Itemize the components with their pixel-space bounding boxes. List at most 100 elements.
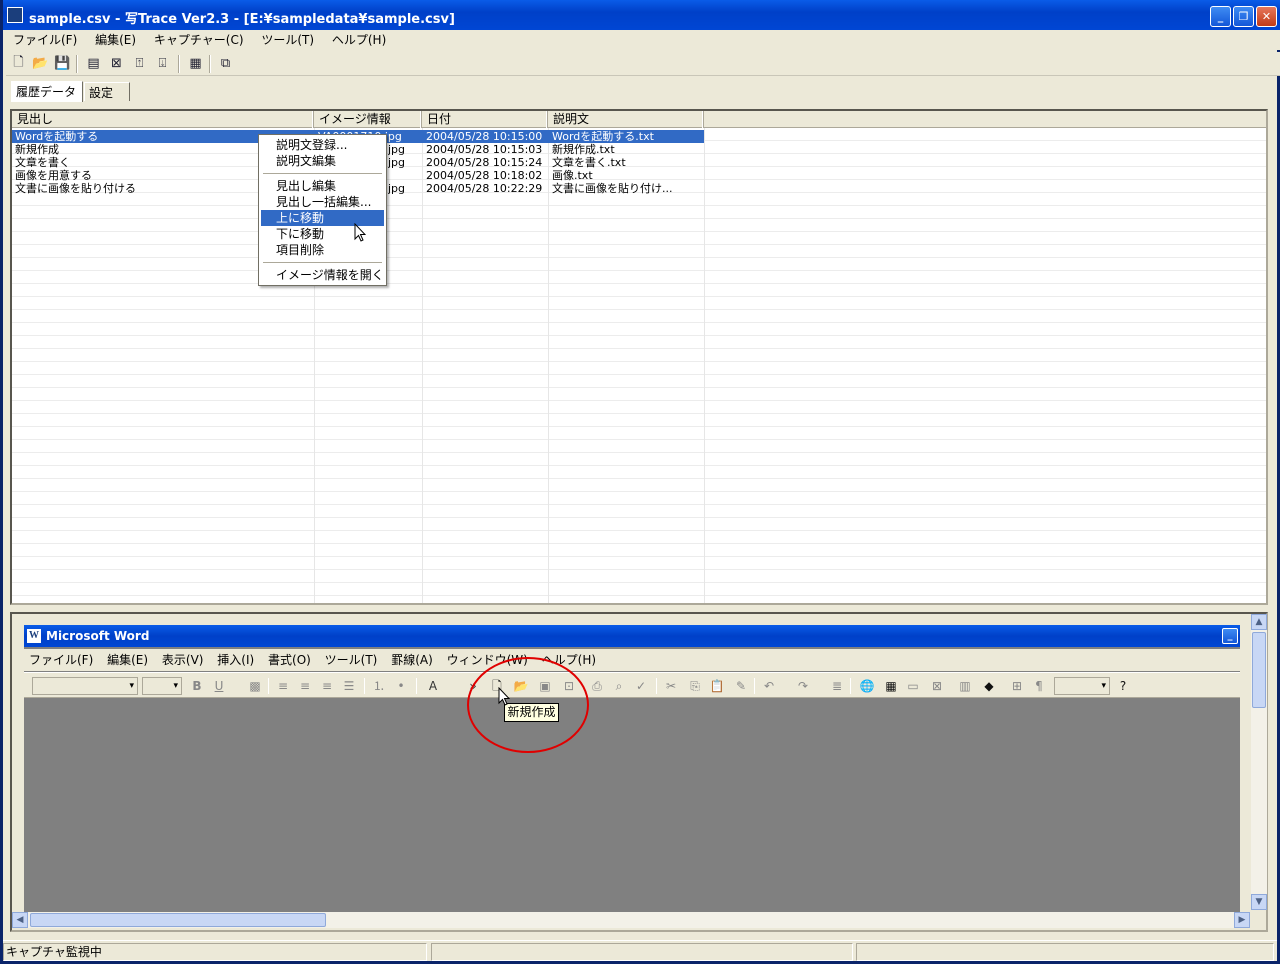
menu-tools[interactable]: ツール(T) — [254, 30, 321, 50]
scroll-thumb[interactable] — [30, 913, 326, 927]
context-menu: 説明文登録... 説明文編集 見出し編集 見出し一括編集... 上に移動 下に移… — [258, 134, 387, 286]
menu-file[interactable]: ファイル(F) — [6, 30, 84, 50]
align-center-icon: ≡ — [299, 679, 311, 693]
menu-item-register-description[interactable]: 説明文登録... — [261, 137, 384, 153]
column-header-title[interactable]: 見出し — [12, 111, 314, 128]
minimize-button[interactable]: _ — [1210, 6, 1231, 27]
window-title: sample.csv - 写Trace Ver2.3 - [E:¥sampled… — [29, 12, 455, 27]
preview-window-icon[interactable]: ▦ — [187, 55, 204, 72]
history-list[interactable]: 見出し イメージ情報 日付 説明文 Wordを起動する VA0001710.jp… — [10, 109, 1268, 605]
scroll-up-icon[interactable]: ▲ — [1251, 614, 1267, 630]
menu-separator — [263, 173, 382, 174]
toolbar-separator — [364, 678, 365, 694]
close-button[interactable]: ✕ — [1256, 6, 1277, 27]
toolbar-separator — [850, 678, 851, 694]
scroll-down-icon[interactable]: ▼ — [1251, 894, 1267, 910]
bullet-list-icon: • — [397, 679, 405, 693]
menu-capture[interactable]: キャプチャー(C) — [147, 30, 251, 50]
toolbar-separator — [268, 678, 269, 694]
scroll-left-icon[interactable]: ◀ — [12, 912, 28, 928]
delete-capture-icon[interactable]: ⊠ — [108, 55, 125, 72]
word-title-bar: W Microsoft Word _ — [24, 625, 1240, 647]
menu-item-open-image-info[interactable]: イメージ情報を開く — [261, 267, 384, 283]
cut-icon: ✂ — [665, 679, 677, 693]
cell-image: jpg — [388, 143, 406, 156]
document-map-icon: ⊞ — [1011, 679, 1023, 693]
zoom-combo: ▾ — [1054, 677, 1110, 695]
menu-item-edit-description[interactable]: 説明文編集 — [261, 153, 384, 169]
column-divider — [704, 128, 705, 603]
column-header-image[interactable]: イメージ情報 — [314, 111, 422, 128]
cell-date: 2004/05/28 10:22:29 — [426, 182, 543, 195]
column-divider — [422, 128, 423, 603]
column-header-date[interactable]: 日付 — [422, 111, 548, 128]
cell-date: 2004/05/28 10:18:02 — [426, 169, 543, 182]
mouse-pointer-icon — [498, 687, 510, 706]
print-preview-icon: ⌕ — [615, 679, 623, 693]
print-icon: ⎙ — [592, 679, 602, 693]
status-text: キャプチャ監視中 — [3, 943, 427, 961]
cascade-window-icon[interactable]: ⧉ — [217, 55, 234, 72]
cell-image: jpg — [388, 182, 406, 195]
cell-image: jpg — [388, 156, 406, 169]
move-down-icon[interactable]: ⍗ — [154, 55, 171, 72]
new-file-icon[interactable]: 🗋 — [10, 55, 27, 72]
captured-word-window: W Microsoft Word _ ファイル(F) 編集(E) 表示(V) 挿… — [24, 625, 1240, 925]
word-title: Microsoft Word — [46, 629, 150, 643]
cell-description: 画像.txt — [552, 169, 593, 182]
main-toolbar: 🗋 📂 💾 ▤ ⊠ ⍐ ⍗ ▦ ⧉ — [6, 52, 1280, 76]
column-header-description[interactable]: 説明文 — [548, 111, 704, 128]
toolbar-separator — [178, 55, 180, 73]
tab-settings[interactable]: 設定 — [84, 82, 130, 101]
toolbar-separator — [416, 678, 417, 694]
style-combo: ▾ — [32, 677, 138, 695]
insert-excel-icon: ⊠ — [931, 679, 943, 693]
scroll-thumb[interactable] — [1252, 632, 1266, 708]
menu-item-edit-title[interactable]: 見出し編集 — [261, 178, 384, 194]
word-menu-format: 書式(O) — [268, 653, 311, 667]
list-header: 見出し イメージ情報 日付 説明文 — [12, 111, 1266, 128]
menu-separator — [263, 262, 382, 263]
mouse-pointer-icon — [354, 223, 366, 242]
word-menu-tools: ツール(T) — [324, 653, 378, 667]
preview-horizontal-scrollbar[interactable]: ◀ ▶ — [12, 912, 1250, 928]
window-capture-icon[interactable]: ▤ — [85, 55, 102, 72]
font-size-combo: ▾ — [142, 677, 182, 695]
word-minimize-icon: _ — [1222, 628, 1238, 644]
underline-icon: U — [214, 679, 224, 693]
numbered-list-icon: ⒈ — [372, 679, 385, 693]
columns-icon: ▥ — [959, 679, 971, 693]
menu-bar: ファイル(F) 編集(E) キャプチャー(C) ツール(T) ヘルプ(H) — [6, 30, 1280, 50]
save-icon[interactable]: 💾 — [54, 55, 71, 72]
spelling-icon: ✓ — [635, 679, 647, 693]
undo-icon: ↶ — [763, 679, 775, 693]
format-painter-icon: ✎ — [735, 679, 747, 693]
title-bar[interactable]: sample.csv - 写Trace Ver2.3 - [E:¥sampled… — [3, 0, 1280, 30]
list-grid — [12, 128, 1266, 603]
word-toolbar: ▾ ▾ B U ▩ ≡ ≡ ≡ ☰ ⒈ • A » 🗋 📂 ▣ ⊡ ⎙ ⌕ ✓ … — [24, 672, 1240, 698]
font-color-icon: A — [428, 679, 438, 693]
maximize-button[interactable]: ❐ — [1233, 6, 1254, 27]
cell-date: 2004/05/28 10:15:00 — [426, 130, 543, 143]
menu-edit[interactable]: 編集(E) — [88, 30, 143, 50]
justify-icon: ☰ — [343, 679, 355, 693]
cell-description: Wordを起動する.txt — [552, 130, 654, 143]
show-hide-icon: ¶ — [1035, 679, 1043, 693]
menu-item-delete[interactable]: 項目削除 — [261, 242, 384, 258]
tab-history[interactable]: 履歴データ — [11, 81, 83, 102]
move-up-icon[interactable]: ⍐ — [131, 55, 148, 72]
status-panel — [856, 943, 1274, 961]
cell-description: 文書に画像を貼り付け... — [552, 182, 673, 195]
copy-icon: ⎘ — [690, 679, 700, 693]
scroll-right-icon[interactable]: ▶ — [1234, 912, 1250, 928]
word-menu-table: 罫線(A) — [391, 653, 433, 667]
app-icon[interactable] — [7, 7, 23, 23]
menu-help[interactable]: ヘルプ(H) — [325, 30, 393, 50]
open-folder-icon[interactable]: 📂 — [32, 55, 49, 72]
word-menu-insert: 挿入(I) — [217, 653, 255, 667]
preview-vertical-scrollbar[interactable]: ▲ ▼ — [1251, 614, 1267, 910]
capture-preview-pane: W Microsoft Word _ ファイル(F) 編集(E) 表示(V) 挿… — [10, 612, 1268, 932]
menu-item-bulk-edit-titles[interactable]: 見出し一括編集... — [261, 194, 384, 210]
drawing-icon: ◆ — [984, 679, 994, 693]
status-panel — [431, 943, 853, 961]
